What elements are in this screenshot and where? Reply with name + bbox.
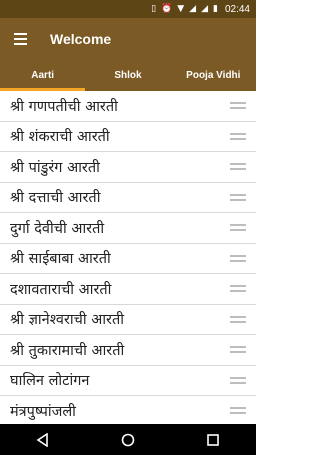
drag-handle-icon[interactable] [230,224,246,232]
list-item-label: घालिन लोटांगन [10,373,90,390]
list-item[interactable]: श्री शंकराची आरती [0,122,256,152]
list-item[interactable]: श्री दत्ताची आरती [0,183,256,213]
aarti-list[interactable]: श्री गणपतीची आरती श्री शंकराची आरती श्री… [0,91,256,424]
tab-bar: Aarti Shlok Pooja Vidhi [0,60,256,91]
drag-handle-icon[interactable] [230,285,246,293]
drag-handle-icon[interactable] [230,346,246,354]
list-item-label: श्री साईबाबा आरती [10,251,111,268]
list-item[interactable]: श्री पांडुरंग आरती [0,152,256,183]
wifi-icon: ▼ [177,3,185,14]
tab-pooja-vidhi[interactable]: Pooja Vidhi [171,60,256,91]
list-item-label: श्री शंकराची आरती [10,129,110,146]
tab-aarti[interactable]: Aarti [0,60,86,91]
tab-shlok[interactable]: Shlok [85,60,170,91]
list-item-label: मंत्रपुष्पांजली [10,403,76,420]
home-circle-icon[interactable] [113,424,143,455]
signal-icon: ◢ [189,3,197,14]
list-item[interactable]: दशावताराची आरती [0,274,256,305]
list-item-label: श्री गणपतीची आरती [10,98,118,115]
vibrate-icon: ▯ [151,3,157,14]
list-item-label: श्री ज्ञानेश्वराची आरती [10,312,124,329]
signal-icon: ◢ [201,3,209,14]
page-title: Welcome [50,31,112,47]
drag-handle-icon[interactable] [230,376,246,384]
list-item-label: श्री पांडुरंग आरती [10,159,100,176]
list-item[interactable]: मंत्रपुष्पांजली [0,396,256,424]
list-item[interactable]: घालिन लोटांगन [0,366,256,396]
back-triangle-icon[interactable] [28,424,58,455]
drag-handle-icon[interactable] [230,163,246,171]
app-bar: Welcome [0,18,256,60]
alarm-icon: ⏰ [161,3,173,14]
drag-handle-icon[interactable] [230,407,246,415]
list-item-label: श्री दत्ताची आरती [10,190,101,207]
list-item[interactable]: श्री साईबाबा आरती [0,244,256,274]
battery-icon: ▮ [213,3,218,14]
system-nav-bar [0,424,256,455]
list-item-label: दशावताराची आरती [10,281,112,298]
drag-handle-icon[interactable] [230,315,246,323]
list-item[interactable]: श्री ज्ञानेश्वराची आरती [0,305,256,335]
list-item-label: दुर्गा देवीची आरती [10,220,105,237]
recents-square-icon[interactable] [198,424,228,455]
drag-handle-icon[interactable] [230,254,246,262]
drag-handle-icon[interactable] [230,193,246,201]
list-item[interactable]: दुर्गा देवीची आरती [0,213,256,244]
drag-handle-icon[interactable] [230,132,246,140]
list-item-label: श्री तुकारामाची आरती [10,342,125,359]
drag-handle-icon[interactable] [230,102,246,110]
hamburger-menu-icon[interactable] [0,18,40,60]
list-item[interactable]: श्री गणपतीची आरती [0,91,256,122]
status-bar: ▯ ⏰ ▼ ◢ ◢ ▮ 02:44 [0,0,256,18]
status-time: 02:44 [224,3,250,15]
list-item[interactable]: श्री तुकारामाची आरती [0,335,256,366]
